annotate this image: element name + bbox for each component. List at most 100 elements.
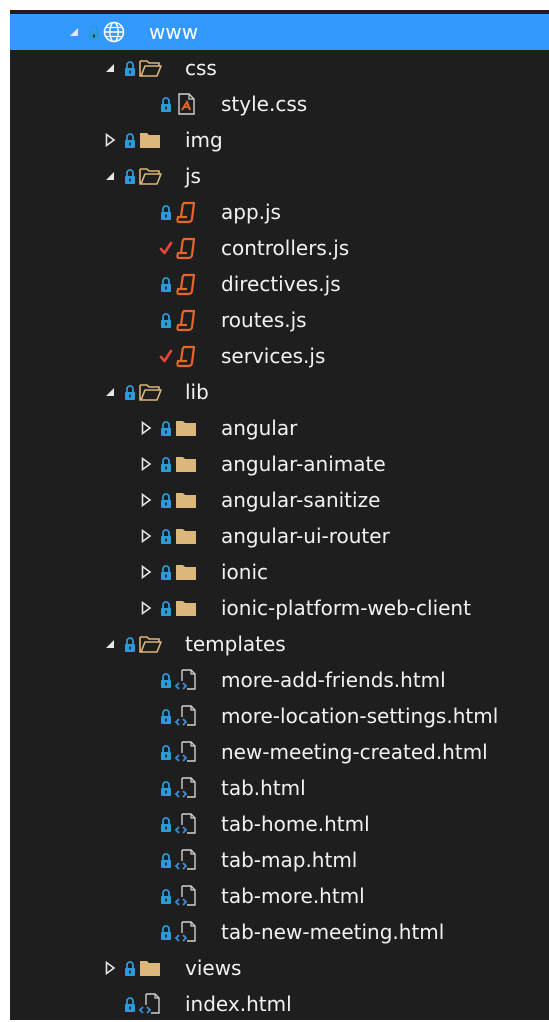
folder-icon (174, 452, 198, 476)
checked-out-icon (159, 346, 173, 366)
tree-item-label: index.html (185, 992, 292, 1016)
html-file-icon (174, 848, 198, 872)
tree-item-label: directives.js (221, 272, 341, 296)
collapsed-arrow-icon[interactable] (103, 961, 117, 975)
tree-item-label: routes.js (221, 308, 307, 332)
tree-item[interactable]: services.js (10, 338, 549, 374)
js-file-icon (174, 200, 198, 224)
tree-item-label: templates (185, 632, 286, 656)
lock-icon (159, 454, 173, 474)
lock-icon (159, 526, 173, 546)
lock-icon (159, 274, 173, 294)
lock-icon (159, 310, 173, 330)
tree-item-label: more-add-friends.html (221, 668, 446, 692)
html-file-icon (174, 668, 198, 692)
lock-icon (159, 886, 173, 906)
tree-item[interactable]: tab.html (10, 770, 549, 806)
collapsed-arrow-icon[interactable] (139, 601, 153, 615)
tree-item-label: angular-ui-router (221, 524, 390, 548)
tree-item[interactable]: app.js (10, 194, 549, 230)
tree-item[interactable]: ionic-platform-web-client (10, 590, 549, 626)
lock-icon (87, 22, 101, 42)
js-file-icon (174, 272, 198, 296)
html-file-icon (174, 884, 198, 908)
expanded-arrow-icon[interactable] (103, 61, 117, 75)
tree-item-label: lib (185, 380, 209, 404)
js-file-icon (174, 308, 198, 332)
lock-icon (159, 598, 173, 618)
tree-item-label: services.js (221, 344, 326, 368)
tree-item-label: angular-animate (221, 452, 386, 476)
tree-item[interactable]: css (10, 50, 549, 86)
expanded-arrow-icon[interactable] (103, 385, 117, 399)
tree-item-label: ionic-platform-web-client (221, 596, 471, 620)
lock-icon (123, 382, 137, 402)
folder-open-icon (138, 380, 162, 404)
tree-item[interactable]: directives.js (10, 266, 549, 302)
collapsed-arrow-icon[interactable] (139, 457, 153, 471)
html-file-icon (174, 776, 198, 800)
js-file-icon (174, 236, 198, 260)
lock-icon (123, 634, 137, 654)
expanded-arrow-icon[interactable] (103, 637, 117, 651)
collapsed-arrow-icon[interactable] (139, 493, 153, 507)
collapsed-arrow-icon[interactable] (103, 133, 117, 147)
lock-icon (123, 130, 137, 150)
expanded-arrow-icon[interactable] (67, 25, 81, 39)
tree-item-label: angular-sanitize (221, 488, 381, 512)
tree-item-label: angular (221, 416, 298, 440)
tree-item[interactable]: controllers.js (10, 230, 549, 266)
lock-icon (159, 742, 173, 762)
expanded-arrow-icon[interactable] (103, 169, 117, 183)
tree-item[interactable]: tab-more.html (10, 878, 549, 914)
tree-item[interactable]: routes.js (10, 302, 549, 338)
tree-item-label: more-location-settings.html (221, 704, 499, 728)
tree-item[interactable]: angular-ui-router (10, 518, 549, 554)
folder-icon (174, 560, 198, 584)
collapsed-arrow-icon[interactable] (139, 565, 153, 579)
tree-item-label: css (185, 56, 217, 80)
tree-item[interactable]: angular-sanitize (10, 482, 549, 518)
lock-icon (159, 202, 173, 222)
tree-item-label: controllers.js (221, 236, 350, 260)
collapsed-arrow-icon[interactable] (139, 529, 153, 543)
lock-icon (159, 94, 173, 114)
lock-icon (123, 166, 137, 186)
tree-item[interactable]: lib (10, 374, 549, 410)
tree-item[interactable]: tab-home.html (10, 806, 549, 842)
tree-item-label: js (185, 164, 201, 188)
tree-item[interactable]: img (10, 122, 549, 158)
folder-icon (174, 416, 198, 440)
tree-item[interactable]: angular (10, 410, 549, 446)
lock-icon (159, 670, 173, 690)
tree-item[interactable]: tab-new-meeting.html (10, 914, 549, 950)
lock-icon (159, 418, 173, 438)
tree-item[interactable]: more-location-settings.html (10, 698, 549, 734)
tree-item[interactable]: ionic (10, 554, 549, 590)
lock-icon (159, 490, 173, 510)
tree-item[interactable]: new-meeting-created.html (10, 734, 549, 770)
js-file-icon (174, 344, 198, 368)
tree-item[interactable]: more-add-friends.html (10, 662, 549, 698)
html-file-icon (174, 920, 198, 944)
tree-item-label: img (185, 128, 223, 152)
solution-explorer-tree: www css style.css img js app.js controllers.js… (10, 10, 549, 1020)
tree-item[interactable]: index.html (10, 986, 549, 1022)
tree-item-label: style.css (221, 92, 308, 116)
html-file-icon (174, 740, 198, 764)
lock-icon (159, 922, 173, 942)
tree-item[interactable]: style.css (10, 86, 549, 122)
collapsed-arrow-icon[interactable] (139, 421, 153, 435)
lock-icon (159, 562, 173, 582)
folder-open-icon (138, 632, 162, 656)
css-file-icon (174, 92, 198, 116)
tree-item-label: tab.html (221, 776, 306, 800)
tree-item-label: tab-new-meeting.html (221, 920, 445, 944)
tree-item[interactable]: js (10, 158, 549, 194)
lock-icon (123, 994, 137, 1014)
tree-item[interactable]: tab-map.html (10, 842, 549, 878)
tree-item[interactable]: angular-animate (10, 446, 549, 482)
tree-item[interactable]: views (10, 950, 549, 986)
tree-item[interactable]: www (10, 14, 549, 50)
tree-item[interactable]: templates (10, 626, 549, 662)
